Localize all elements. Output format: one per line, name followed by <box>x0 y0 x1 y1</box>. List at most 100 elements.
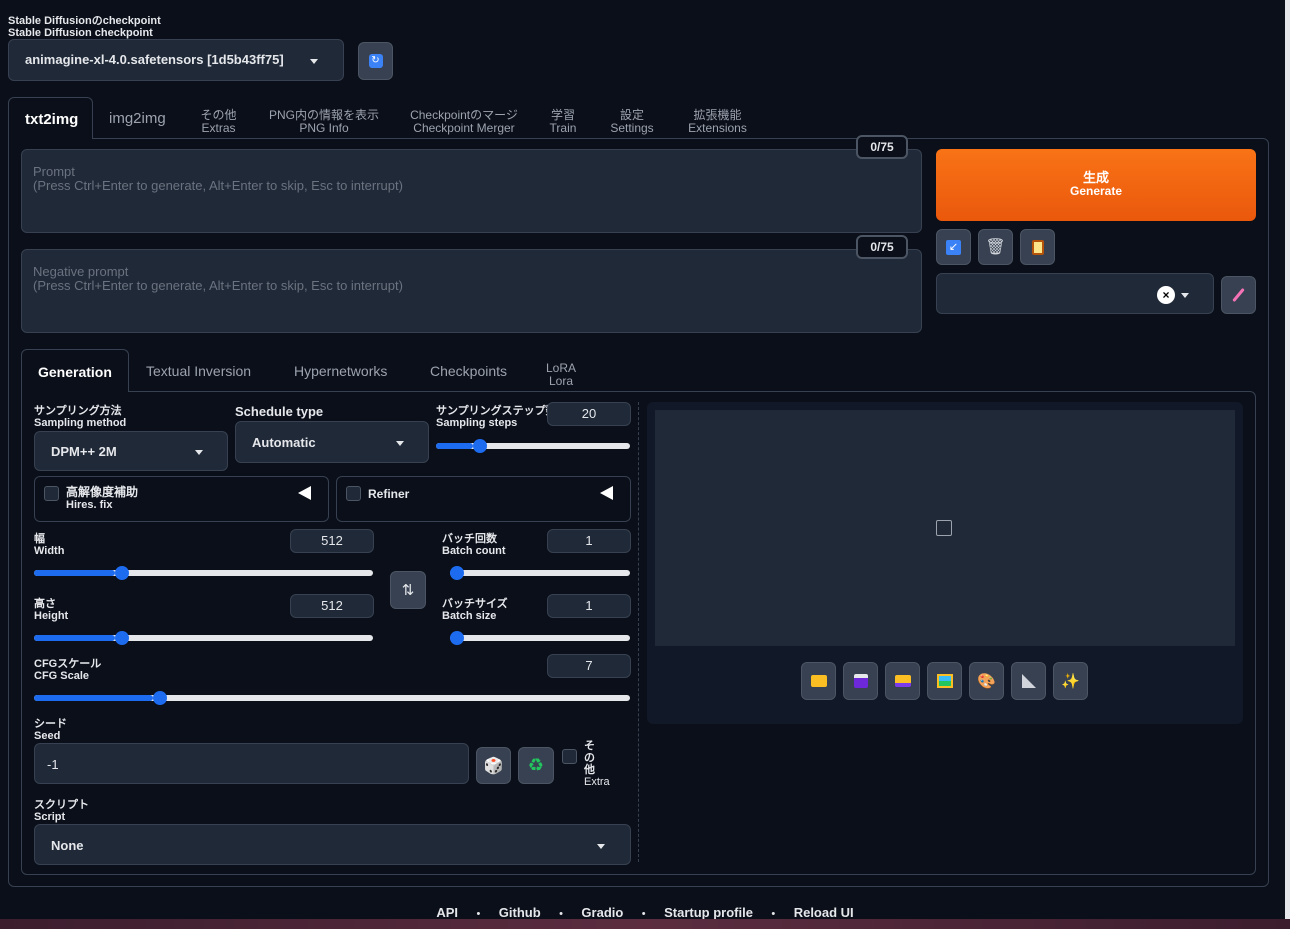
generate-button[interactable]: 生成 Generate <box>936 149 1256 221</box>
edit-styles-button[interactable] <box>1221 276 1256 314</box>
hires-fix-accordion[interactable]: 高解像度補助 Hires. fix <box>34 476 329 522</box>
height-slider[interactable] <box>34 631 373 645</box>
sampling-method-select[interactable]: DPM++ 2M <box>34 431 228 471</box>
extra-seed-checkbox[interactable] <box>562 749 577 764</box>
label-en: Seed <box>34 730 61 742</box>
upscale-button[interactable]: ✨ <box>1053 662 1088 700</box>
random-seed-button[interactable]: 🎲 <box>476 747 511 784</box>
sampling-steps-label: サンプリングステップ数 Sampling steps <box>436 405 557 429</box>
seed-input[interactable]: -1 <box>34 743 469 784</box>
footer-link-reload-ui[interactable]: Reload UI <box>794 905 854 920</box>
sparkles-icon: ✨ <box>1061 673 1080 690</box>
tab-extensions[interactable]: 拡張機能 Extensions <box>684 109 751 135</box>
cfg-scale-slider[interactable] <box>34 691 630 705</box>
collapse-triangle-icon[interactable] <box>298 486 311 500</box>
triangle-ruler-icon <box>1021 674 1036 688</box>
sampling-steps-input[interactable]: 20 <box>547 402 631 426</box>
styles-select[interactable]: × <box>936 273 1214 314</box>
footer-link-gradio[interactable]: Gradio <box>581 905 623 920</box>
tab-lora[interactable]: LoRA Lora <box>541 362 581 388</box>
dice-icon: 🎲 <box>483 757 504 775</box>
tab-checkpoints[interactable]: Checkpoints <box>430 363 507 379</box>
slider-fill <box>34 695 153 701</box>
cfg-scale-input[interactable]: 7 <box>547 654 631 678</box>
slider-fill <box>436 443 473 449</box>
footer-link-startup-profile[interactable]: Startup profile <box>664 905 753 920</box>
schedule-type-select[interactable]: Automatic <box>235 421 429 463</box>
script-label: スクリプト Script <box>34 799 89 823</box>
slider-thumb[interactable] <box>115 566 129 580</box>
send-to-img2img-button[interactable] <box>927 662 962 700</box>
image-placeholder-icon <box>936 520 952 536</box>
bottom-desktop-strip <box>0 919 1290 929</box>
prompt-placeholder: Prompt <box>33 164 75 179</box>
open-folder-button[interactable] <box>801 662 836 700</box>
batch-size-label: バッチサイズ Batch size <box>442 598 508 622</box>
slider-thumb[interactable] <box>115 631 129 645</box>
refresh-icon: ↻ <box>368 54 383 68</box>
apply-style-button[interactable] <box>1020 229 1055 265</box>
seed-label: シード Seed <box>34 718 67 742</box>
negative-prompt-input[interactable]: Negative prompt (Press Ctrl+Enter to gen… <box>21 249 922 333</box>
refresh-checkpoint-button[interactable]: ↻ <box>358 42 393 80</box>
batch-size-input[interactable]: 1 <box>547 594 631 618</box>
checkpoint-select[interactable]: animagine-xl-4.0.safetensors [1d5b43ff75… <box>8 39 344 81</box>
read-params-button[interactable]: ↙ <box>936 229 971 265</box>
slider-thumb[interactable] <box>153 691 167 705</box>
send-to-inpaint-button[interactable]: 🎨 <box>969 662 1004 700</box>
tab-textual-inversion[interactable]: Textual Inversion <box>146 363 251 379</box>
tab-generation[interactable]: Generation <box>21 349 129 392</box>
footer-link-github[interactable]: Github <box>499 905 541 920</box>
footer-link-api[interactable]: API <box>436 905 458 920</box>
chevron-down-icon <box>1181 293 1189 298</box>
tab-label: Textual Inversion <box>146 363 252 379</box>
clear-prompt-button[interactable]: 🗑 <box>978 229 1013 265</box>
prompt-input[interactable]: Prompt (Press Ctrl+Enter to generate, Al… <box>21 149 922 233</box>
height-input[interactable]: 512 <box>290 594 374 618</box>
slider-thumb[interactable] <box>473 439 487 453</box>
tab-checkpoint-merger[interactable]: Checkpointのマージ Checkpoint Merger <box>406 109 522 135</box>
slider-thumb[interactable] <box>450 566 464 580</box>
width-input[interactable]: 512 <box>290 529 374 553</box>
batch-count-input[interactable]: 1 <box>547 529 631 553</box>
tab-img2img[interactable]: img2img <box>109 110 166 127</box>
width-slider[interactable] <box>34 566 373 580</box>
picture-icon <box>936 674 953 688</box>
tab-hypernetworks[interactable]: Hypernetworks <box>294 363 387 379</box>
label-ja: その他 <box>584 740 595 776</box>
save-button[interactable] <box>843 662 878 700</box>
sampling-steps-slider[interactable] <box>436 439 630 453</box>
collapse-triangle-icon[interactable] <box>600 486 613 500</box>
script-select[interactable]: None <box>34 824 631 865</box>
label-ja: CFGスケール <box>34 658 102 670</box>
batch-count-slider[interactable] <box>450 566 630 580</box>
tab-txt2img[interactable]: txt2img <box>8 97 93 139</box>
batch-size-slider[interactable] <box>450 631 630 645</box>
checkpoint-value: animagine-xl-4.0.safetensors [1d5b43ff75… <box>25 52 284 67</box>
tab-train[interactable]: 学習 Train <box>543 109 583 135</box>
tab-sublabel: Extensions <box>688 121 747 135</box>
close-icon[interactable]: × <box>1157 286 1175 304</box>
zip-button[interactable] <box>885 662 920 700</box>
hires-fix-checkbox[interactable] <box>44 486 59 501</box>
slider-thumb[interactable] <box>450 631 464 645</box>
refiner-accordion[interactable]: Refiner <box>336 476 631 522</box>
refiner-checkbox[interactable] <box>346 486 361 501</box>
tab-label: txt2img <box>25 111 79 128</box>
script-value: None <box>51 838 84 853</box>
tab-png-info[interactable]: PNG内の情報を表示 PNG Info <box>262 109 386 135</box>
label-ja: 高さ <box>34 598 56 610</box>
swap-arrows-icon: ⇅ <box>401 582 415 599</box>
label-en: Hires. fix <box>66 499 113 511</box>
swap-dimensions-button[interactable]: ⇅ <box>390 571 426 609</box>
tab-extras[interactable]: その他 Extras <box>196 109 241 135</box>
tab-sublabel: Checkpoint Merger <box>413 121 515 135</box>
column-divider <box>638 402 639 862</box>
label-en: Batch count <box>442 545 506 557</box>
tab-settings[interactable]: 設定 Settings <box>606 109 658 135</box>
scrollbar[interactable] <box>1285 0 1290 919</box>
tab-sublabel: Settings <box>610 121 654 135</box>
send-to-extras-button[interactable] <box>1011 662 1046 700</box>
folder-icon <box>810 675 827 687</box>
reuse-seed-button[interactable]: ♻ <box>518 747 554 784</box>
